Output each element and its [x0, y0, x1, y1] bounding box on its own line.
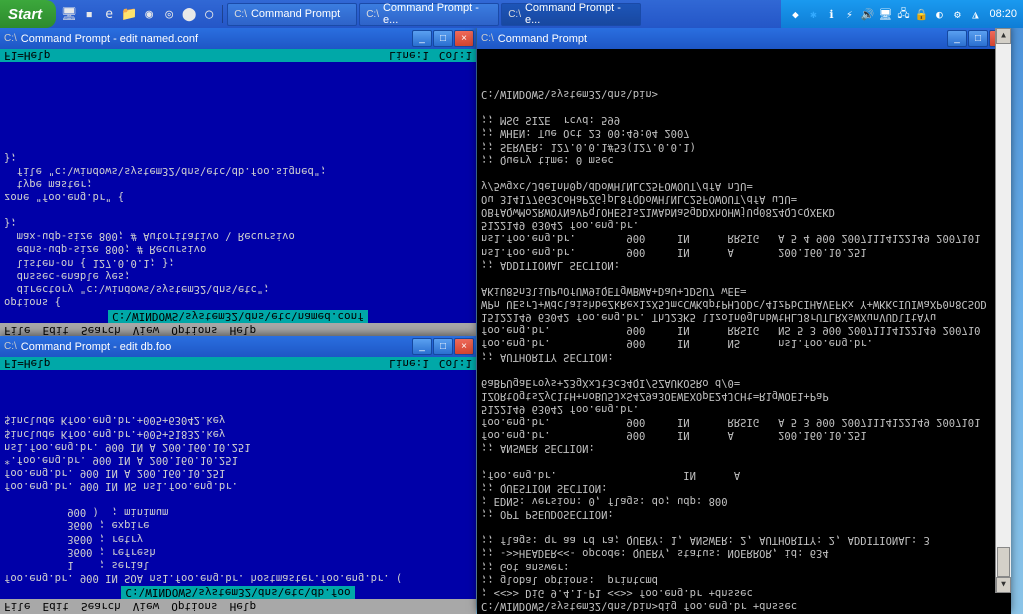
ql-icon-folder[interactable]: 📁: [120, 5, 138, 23]
editor-content[interactable]: options { directory "c:\windows\system32…: [0, 62, 476, 310]
cmd-icon: C:\: [4, 341, 17, 352]
tray-icon-4[interactable]: 🔊: [859, 6, 875, 22]
task-buttons: C:\ Command Prompt C:\ Command Prompt - e.…: [223, 3, 781, 26]
task-label: Command Prompt - e...: [383, 2, 492, 26]
maximize-button[interactable]: □: [968, 30, 988, 47]
scroll-up-button[interactable]: ▲: [996, 577, 1011, 593]
tray-icon-7[interactable]: 🔒: [913, 6, 929, 22]
tray-icon-1[interactable]: ◆: [787, 6, 803, 22]
maximize-button[interactable]: □: [433, 338, 453, 355]
ql-icon-ie[interactable]: e: [100, 5, 118, 23]
title-text: Command Prompt: [498, 33, 947, 45]
clock[interactable]: 08:20: [985, 8, 1017, 20]
title-text: Command Prompt - edit named.conf: [21, 33, 412, 45]
tray-icon-6[interactable]: 🖧: [895, 6, 911, 22]
titlebar-named[interactable]: C:\ Command Prompt - edit named.conf _ □…: [0, 28, 476, 49]
cmd-icon: C:\: [234, 9, 247, 20]
task-button-cmd1[interactable]: C:\ Command Prompt: [227, 3, 357, 26]
cmd-icon: C:\: [481, 33, 494, 44]
cmd-icon: C:\: [366, 9, 379, 20]
ql-icon-app4[interactable]: ◯: [200, 5, 218, 23]
cmd-icon: C:\: [4, 33, 17, 44]
terminal-cmd: dig foo.eng.br +dnssec: [658, 600, 797, 612]
system-tray: ◆ ✱ ℹ ⚡ 🔊 🖥 🖧 🔒 ◐ ⚙ ◮ 08:20: [781, 0, 1023, 28]
tray-icon-5[interactable]: 🖥: [877, 6, 893, 22]
status-col: Col:1: [439, 49, 472, 62]
quick-launch: 🖥 ▪ e 📁 ◉ ◎ ⬤ ◯: [56, 5, 223, 23]
titlebar-dig[interactable]: C:\ Command Prompt _ □ ×: [477, 28, 1011, 49]
ql-icon-app2[interactable]: ◎: [160, 5, 178, 23]
task-label: Command Prompt: [251, 8, 340, 20]
editor-status: F1=Help Line:1 Col:1: [0, 49, 476, 62]
terminal-prompt: C:\WINDOWS\system32\dns\bin>: [481, 600, 658, 612]
editor-body-dbfoo: File Edit Search View Options Help C:\WI…: [0, 357, 476, 614]
close-button[interactable]: ×: [454, 338, 474, 355]
start-label: Start: [8, 6, 42, 23]
start-button[interactable]: Start: [0, 0, 56, 28]
task-label: Command Prompt - e...: [525, 2, 634, 26]
editor-content[interactable]: foo.eng.br. 900 IN SOA ns1.foo.eng.br. h…: [0, 370, 476, 586]
editor-path: C:\WINDOWS\system32\dns\etc\named.conf: [108, 310, 368, 323]
task-button-cmd2[interactable]: C:\ Command Prompt - e...: [359, 3, 499, 26]
editor-status: F1=Help Line:1 Col:1: [0, 357, 476, 370]
tray-icon-9[interactable]: ⚙: [949, 6, 965, 22]
status-help: F1=Help: [4, 357, 389, 370]
editor-menu: File Edit Search View Options Help: [0, 599, 476, 614]
close-button[interactable]: ×: [454, 30, 474, 47]
ql-icon-app1[interactable]: ◉: [140, 5, 158, 23]
window-db-foo: C:\ Command Prompt - edit db.foo _ □ × F…: [0, 336, 476, 614]
status-line: Line:1: [389, 357, 429, 370]
minimize-button[interactable]: _: [412, 30, 432, 47]
menu-search[interactable]: Search: [81, 600, 121, 613]
titlebar-dbfoo[interactable]: C:\ Command Prompt - edit db.foo _ □ ×: [0, 336, 476, 357]
menu-view[interactable]: View: [133, 600, 160, 613]
title-text: Command Prompt - edit db.foo: [21, 341, 412, 353]
tray-icon-2[interactable]: ℹ: [823, 6, 839, 22]
menu-help[interactable]: Help: [230, 600, 257, 613]
scrollbar[interactable]: ▲ ▼: [995, 28, 1011, 593]
editor-body-named: File Edit Search View Options Help C:\WI…: [0, 49, 476, 338]
tray-icon-bluetooth[interactable]: ✱: [805, 6, 821, 22]
taskbar: Start 🖥 ▪ e 📁 ◉ ◎ ⬤ ◯ C:\ Command Prompt …: [0, 0, 1023, 28]
tray-icon-8[interactable]: ◐: [931, 6, 947, 22]
editor-path: C:\WINDOWS\system32\dns\etc\db.foo: [121, 586, 354, 599]
cmd-icon: C:\: [508, 9, 521, 20]
terminal-output: ; <<>> DiG 9.4.1-P1 <<>> foo.eng.br +dns…: [481, 88, 987, 599]
terminal-body[interactable]: C:\WINDOWS\system32\dns\bin>dig foo.eng.…: [477, 49, 995, 614]
minimize-button[interactable]: _: [947, 30, 967, 47]
scroll-down-button[interactable]: ▼: [996, 28, 1011, 44]
tray-icon-10[interactable]: ◮: [967, 6, 983, 22]
maximize-button[interactable]: □: [433, 30, 453, 47]
status-line: Line:1: [389, 49, 429, 62]
window-named-conf: C:\ Command Prompt - edit named.conf _ □…: [0, 28, 476, 338]
scroll-thumb[interactable]: [997, 547, 1010, 577]
ql-icon-cmd[interactable]: ▪: [80, 5, 98, 23]
ql-icon-app3[interactable]: ⬤: [180, 5, 198, 23]
menu-edit[interactable]: Edit: [43, 600, 70, 613]
status-help: F1=Help: [4, 49, 389, 62]
ql-icon-desktop[interactable]: 🖥: [60, 5, 78, 23]
task-button-cmd3[interactable]: C:\ Command Prompt - e...: [501, 3, 641, 26]
tray-icon-3[interactable]: ⚡: [841, 6, 857, 22]
menu-file[interactable]: File: [4, 600, 31, 613]
window-dig: C:\ Command Prompt _ □ × C:\WINDOWS\syst…: [477, 28, 1011, 614]
minimize-button[interactable]: _: [412, 338, 432, 355]
status-col: Col:1: [439, 357, 472, 370]
menu-options[interactable]: Options: [171, 600, 217, 613]
